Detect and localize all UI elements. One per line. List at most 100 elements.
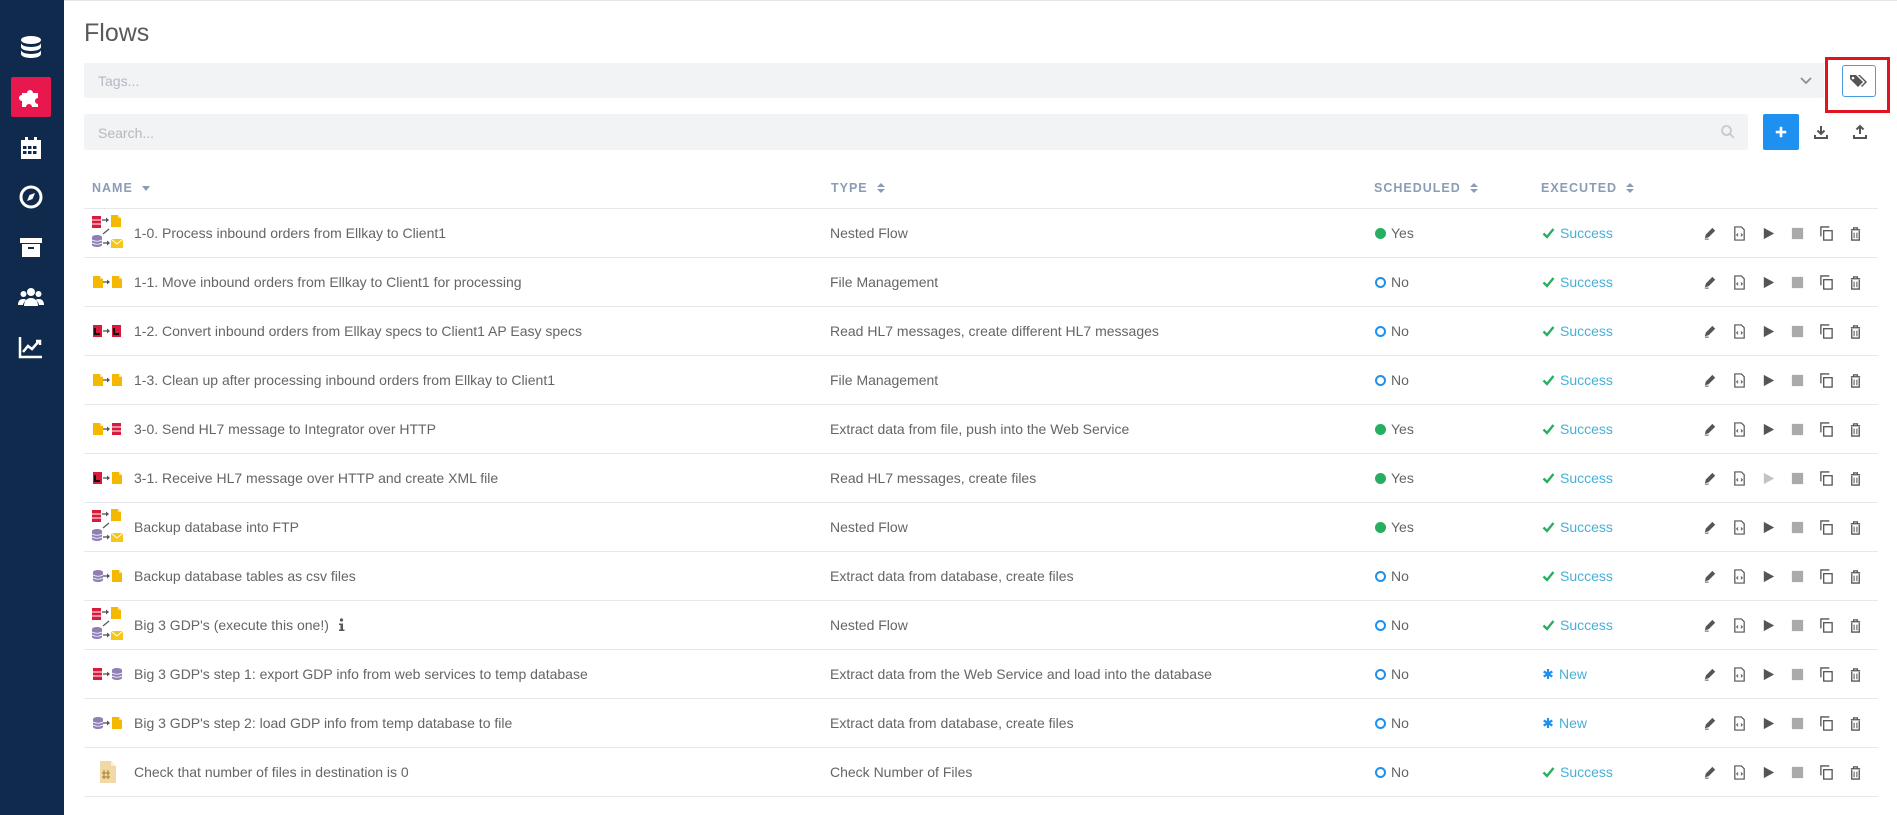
- table-row[interactable]: 3-1. Receive HL7 message over HTTP and c…: [84, 454, 1878, 503]
- executed-status[interactable]: Success: [1560, 372, 1613, 388]
- edit-button[interactable]: [1702, 519, 1718, 535]
- log-button[interactable]: [1731, 372, 1747, 388]
- flow-name[interactable]: Check that number of files in destinatio…: [134, 764, 409, 780]
- stop-button[interactable]: [1789, 372, 1805, 388]
- flow-name[interactable]: Big 3 GDP's (execute this one!): [134, 617, 329, 633]
- flow-name[interactable]: Backup database into FTP: [134, 519, 299, 535]
- duplicate-button[interactable]: [1818, 617, 1834, 633]
- delete-button[interactable]: [1847, 421, 1863, 437]
- run-button[interactable]: [1760, 372, 1776, 388]
- nav-statistics[interactable]: [11, 327, 51, 367]
- table-row[interactable]: 1-3. Clean up after processing inbound o…: [84, 356, 1878, 405]
- chevron-down-icon[interactable]: [1798, 72, 1814, 88]
- duplicate-button[interactable]: [1818, 764, 1834, 780]
- table-row[interactable]: Big 3 GDP's step 1: export GDP info from…: [84, 650, 1878, 699]
- tags-button[interactable]: [1842, 65, 1876, 97]
- edit-button[interactable]: [1702, 274, 1718, 290]
- table-row[interactable]: Big 3 GDP's step 2: load GDP info from t…: [84, 699, 1878, 748]
- log-button[interactable]: [1731, 666, 1747, 682]
- stop-button[interactable]: [1789, 225, 1805, 241]
- run-button[interactable]: [1760, 715, 1776, 731]
- import-button[interactable]: [1809, 120, 1833, 144]
- log-button[interactable]: [1731, 764, 1747, 780]
- delete-button[interactable]: [1847, 519, 1863, 535]
- flow-name[interactable]: 1-3. Clean up after processing inbound o…: [134, 372, 555, 388]
- delete-button[interactable]: [1847, 372, 1863, 388]
- column-header-name[interactable]: NAME: [92, 181, 151, 195]
- flow-name-cell[interactable]: Backup database tables as csv files: [134, 552, 356, 600]
- run-button[interactable]: [1760, 617, 1776, 633]
- stop-button[interactable]: [1789, 323, 1805, 339]
- stop-button[interactable]: [1789, 274, 1805, 290]
- flow-name-cell[interactable]: 1-1. Move inbound orders from Ellkay to …: [134, 258, 522, 306]
- stop-button[interactable]: [1789, 715, 1805, 731]
- executed-status[interactable]: Success: [1560, 421, 1613, 437]
- run-button[interactable]: [1760, 323, 1776, 339]
- flow-name-cell[interactable]: 1-3. Clean up after processing inbound o…: [134, 356, 555, 404]
- log-button[interactable]: [1731, 715, 1747, 731]
- nav-schedules[interactable]: [11, 128, 51, 168]
- flow-name[interactable]: Big 3 GDP's step 2: load GDP info from t…: [134, 715, 512, 731]
- column-header-scheduled[interactable]: SCHEDULED: [1374, 181, 1479, 195]
- flow-name-cell[interactable]: Check that number of files in destinatio…: [134, 748, 409, 796]
- duplicate-button[interactable]: [1818, 274, 1834, 290]
- table-row[interactable]: 1-0. Process inbound orders from Ellkay …: [84, 209, 1878, 258]
- executed-status[interactable]: Success: [1560, 617, 1613, 633]
- flow-name-cell[interactable]: 1-0. Process inbound orders from Ellkay …: [134, 209, 446, 257]
- edit-button[interactable]: [1702, 470, 1718, 486]
- duplicate-button[interactable]: [1818, 715, 1834, 731]
- log-button[interactable]: [1731, 323, 1747, 339]
- edit-button[interactable]: [1702, 764, 1718, 780]
- delete-button[interactable]: [1847, 225, 1863, 241]
- delete-button[interactable]: [1847, 617, 1863, 633]
- executed-status[interactable]: Success: [1560, 519, 1613, 535]
- nav-monitor[interactable]: [11, 177, 51, 217]
- nav-archive[interactable]: [11, 227, 51, 267]
- run-button[interactable]: [1760, 519, 1776, 535]
- stop-button[interactable]: [1789, 568, 1805, 584]
- flow-name[interactable]: 1-2. Convert inbound orders from Ellkay …: [134, 323, 582, 339]
- delete-button[interactable]: [1847, 470, 1863, 486]
- flow-name[interactable]: 3-1. Receive HL7 message over HTTP and c…: [134, 470, 498, 486]
- executed-status[interactable]: Success: [1560, 274, 1613, 290]
- executed-status[interactable]: Success: [1560, 568, 1613, 584]
- flow-name-cell[interactable]: Big 3 GDP's step 1: export GDP info from…: [134, 650, 588, 698]
- edit-button[interactable]: [1702, 323, 1718, 339]
- executed-status[interactable]: Success: [1560, 225, 1613, 241]
- executed-status[interactable]: Success: [1560, 764, 1613, 780]
- log-button[interactable]: [1731, 519, 1747, 535]
- log-button[interactable]: [1731, 421, 1747, 437]
- info-icon[interactable]: [337, 618, 346, 632]
- stop-button[interactable]: [1789, 617, 1805, 633]
- run-button[interactable]: [1760, 568, 1776, 584]
- table-row[interactable]: Big 3 GDP's (execute this one!) Nested F…: [84, 601, 1878, 650]
- tags-select[interactable]: Tags...: [84, 63, 1824, 98]
- delete-button[interactable]: [1847, 568, 1863, 584]
- export-button[interactable]: [1848, 120, 1872, 144]
- run-button[interactable]: [1760, 225, 1776, 241]
- run-button[interactable]: [1760, 274, 1776, 290]
- edit-button[interactable]: [1702, 372, 1718, 388]
- flow-name-cell[interactable]: Big 3 GDP's step 2: load GDP info from t…: [134, 699, 512, 747]
- add-flow-button[interactable]: [1763, 114, 1799, 150]
- log-button[interactable]: [1731, 274, 1747, 290]
- executed-status[interactable]: New: [1559, 666, 1587, 682]
- stop-button[interactable]: [1789, 421, 1805, 437]
- flow-name[interactable]: 3-0. Send HL7 message to Integrator over…: [134, 421, 436, 437]
- stop-button[interactable]: [1789, 470, 1805, 486]
- flow-name-cell[interactable]: 3-1. Receive HL7 message over HTTP and c…: [134, 454, 498, 502]
- column-header-type[interactable]: TYPE: [831, 181, 886, 195]
- edit-button[interactable]: [1702, 617, 1718, 633]
- duplicate-button[interactable]: [1818, 568, 1834, 584]
- log-button[interactable]: [1731, 617, 1747, 633]
- run-button[interactable]: [1760, 421, 1776, 437]
- delete-button[interactable]: [1847, 323, 1863, 339]
- edit-button[interactable]: [1702, 715, 1718, 731]
- edit-button[interactable]: [1702, 421, 1718, 437]
- table-row[interactable]: 1-1. Move inbound orders from Ellkay to …: [84, 258, 1878, 307]
- flow-name-cell[interactable]: 1-2. Convert inbound orders from Ellkay …: [134, 307, 582, 355]
- flow-name[interactable]: Backup database tables as csv files: [134, 568, 356, 584]
- executed-status[interactable]: New: [1559, 715, 1587, 731]
- duplicate-button[interactable]: [1818, 421, 1834, 437]
- flow-name[interactable]: 1-0. Process inbound orders from Ellkay …: [134, 225, 446, 241]
